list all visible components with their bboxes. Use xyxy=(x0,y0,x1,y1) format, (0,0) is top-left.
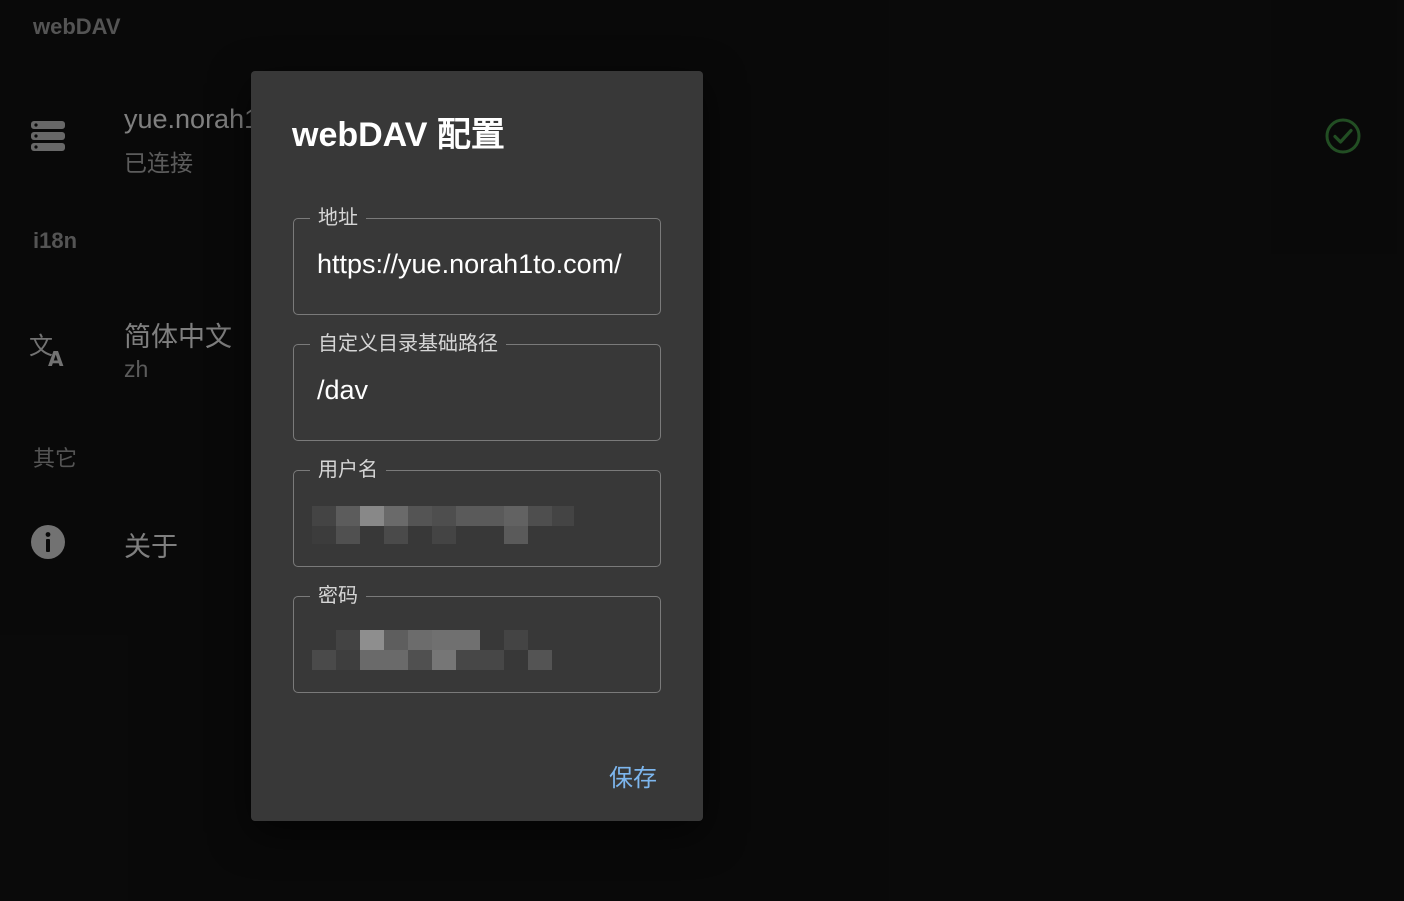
base-path-field[interactable]: 自定义目录基础路径 /dav xyxy=(293,331,661,441)
username-label: 用户名 xyxy=(310,457,386,483)
address-label: 地址 xyxy=(310,205,366,231)
password-label: 密码 xyxy=(310,583,366,609)
save-button[interactable]: 保存 xyxy=(609,758,657,793)
base-path-input[interactable]: /dav xyxy=(317,375,637,406)
base-path-label: 自定义目录基础路径 xyxy=(310,331,506,357)
settings-page: webDAV yue.norah1to.com/dav 已连接 i18n 文 A… xyxy=(0,0,1404,901)
password-field[interactable]: 密码 xyxy=(293,583,661,693)
address-field[interactable]: 地址 https://yue.norah1to.com/ xyxy=(293,205,661,315)
username-input-masked[interactable] xyxy=(312,504,574,546)
username-field[interactable]: 用户名 xyxy=(293,457,661,567)
webdav-config-dialog: webDAV 配置 地址 https://yue.norah1to.com/ 自… xyxy=(251,71,703,821)
password-input-masked[interactable] xyxy=(312,630,574,672)
dialog-title: webDAV 配置 xyxy=(292,116,505,154)
address-input[interactable]: https://yue.norah1to.com/ xyxy=(317,249,637,280)
